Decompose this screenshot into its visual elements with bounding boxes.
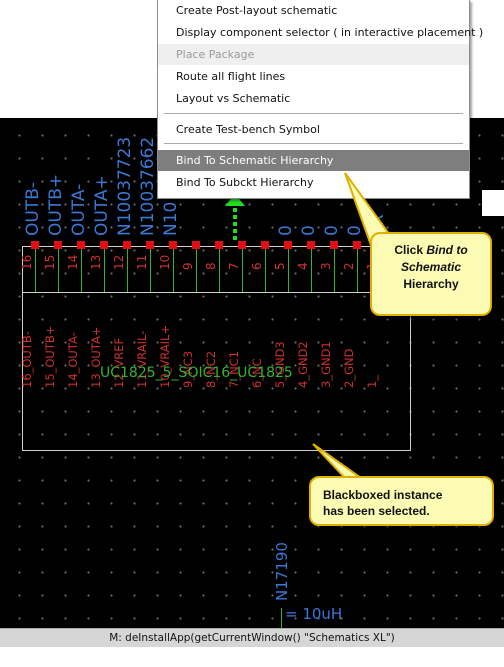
pin-wire (288, 244, 289, 292)
status-bar: M: deInstallApp(getCurrentWindow() "Sche… (0, 628, 504, 647)
pin-name: 1_ (365, 374, 379, 388)
pin-number: 9 (181, 262, 195, 270)
pin-number: 16 (20, 254, 34, 270)
pin-number: 5 (273, 262, 287, 270)
pin-connector[interactable] (31, 241, 39, 249)
pin-connector[interactable] (238, 241, 246, 249)
context-menu: Create Post-layout schematic Display com… (157, 0, 483, 199)
pin-wire (35, 244, 36, 292)
callout-blackbox-line2: has been selected. (323, 504, 430, 518)
pin-number: 8 (204, 262, 218, 270)
pin-wire (242, 244, 243, 292)
component-pin-row (22, 292, 411, 293)
pin-connector[interactable] (261, 241, 269, 249)
pin-connector[interactable] (215, 241, 223, 249)
pin-number: 4 (296, 262, 310, 270)
pin-number: 11 (135, 254, 149, 270)
pin-number: 10 (158, 254, 172, 270)
pin-number: 14 (66, 254, 80, 270)
pin-number: 7 (227, 262, 241, 270)
pin-number: 2 (342, 262, 356, 270)
pin-connector[interactable] (146, 241, 154, 249)
pin-wire (311, 244, 312, 292)
pin-connector[interactable] (330, 241, 338, 249)
pin-name: 3_GND1 (319, 341, 333, 388)
pin-connector[interactable] (100, 241, 108, 249)
pin-number: 13 (89, 254, 103, 270)
net-label: OUTA+ (92, 175, 112, 236)
window-area-edge (482, 190, 504, 216)
net-label: 0 (299, 225, 319, 236)
menu-item-bind-subckt-hierarchy[interactable]: Bind To Subckt Hierarchy (158, 172, 469, 193)
inductor-value: = 10uH (285, 605, 343, 623)
pin-wire (150, 244, 151, 292)
pin-name: 4_GND2 (296, 341, 310, 388)
net-label: OUTA- (69, 183, 89, 236)
callout-blackbox-line1: Blackboxed instance (323, 488, 443, 502)
pin-name: 16_OUTB- (20, 331, 34, 388)
pin-wire (173, 244, 174, 292)
instance-name: UC1825_5_SOIC16_UC1825 (100, 365, 293, 381)
net-label: N10 (161, 201, 181, 236)
pin-name: 15_OUTB+ (43, 325, 57, 388)
window-bottom (0, 647, 504, 667)
net-label: OUTB+ (46, 173, 66, 236)
net-label: OUTB- (23, 181, 43, 236)
pin-connector[interactable] (192, 241, 200, 249)
pin-number: 15 (43, 254, 57, 270)
menu-item-layout-vs-schematic[interactable]: Layout vs Schematic (158, 88, 469, 109)
pin-connector[interactable] (54, 241, 62, 249)
pin-connector[interactable] (123, 241, 131, 249)
callout-bind-hint: Click Bind to Schematic Hierarchy (370, 232, 492, 316)
pin-connector[interactable] (169, 241, 177, 249)
pin-connector[interactable] (307, 241, 315, 249)
pin-number: 3 (319, 262, 333, 270)
pin-wire (196, 244, 197, 292)
pin-connector[interactable] (284, 241, 292, 249)
pin-name: 2_GND (342, 348, 356, 388)
menu-item-create-post-layout-schematic[interactable]: Create Post-layout schematic (158, 0, 469, 21)
callout-bind-prefix: Click (394, 243, 427, 257)
up-arrow-icon (225, 194, 245, 240)
pin-number: 12 (112, 254, 126, 270)
callout-blackbox-note: Blackboxed instance has been selected. (309, 476, 494, 526)
bottom-wire (281, 608, 282, 628)
pin-wire (58, 244, 59, 292)
net-label: N10037662 (138, 136, 158, 236)
net-label: 0 (322, 225, 342, 236)
pin-wire (219, 244, 220, 292)
menu-separator (164, 143, 463, 144)
callout-bind-suffix: Hierarchy (403, 277, 459, 291)
menu-item-display-component-selector[interactable]: Display component selector ( in interact… (158, 22, 483, 43)
pin-wire (265, 244, 266, 292)
pin-number: 6 (250, 262, 264, 270)
pin-connector[interactable] (77, 241, 85, 249)
pin-name: 14_OUTA- (66, 332, 80, 388)
menu-separator (164, 113, 463, 114)
net-label: 0 (276, 225, 296, 236)
menu-item-route-flight-lines[interactable]: Route all flight lines (158, 66, 469, 87)
pin-wire (334, 244, 335, 292)
window-area (468, 0, 504, 118)
pin-wire (104, 244, 105, 292)
menu-item-place-package[interactable]: Place Package (158, 44, 469, 65)
pin-wire (81, 244, 82, 292)
pin-wire (127, 244, 128, 292)
net-label-bottom: N17190 (273, 542, 291, 601)
menu-item-bind-schematic-hierarchy[interactable]: Bind To Schematic Hierarchy (158, 150, 469, 171)
net-label: N10037723 (115, 136, 135, 236)
menu-item-create-test-bench-symbol[interactable]: Create Test-bench Symbol (158, 119, 469, 140)
